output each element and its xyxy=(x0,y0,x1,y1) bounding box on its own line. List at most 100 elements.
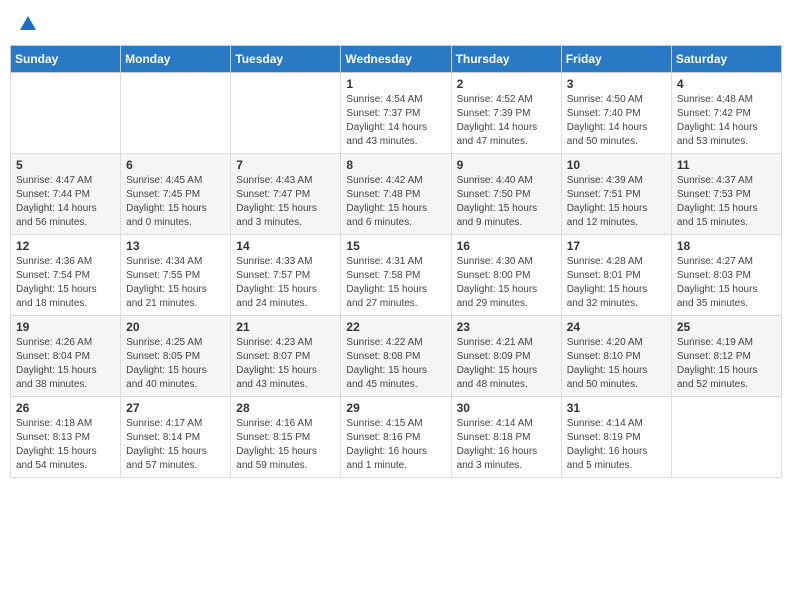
day-info: Sunrise: 4:45 AM Sunset: 7:45 PM Dayligh… xyxy=(126,174,225,230)
day-cell: 15 Sunrise: 4:31 AM Sunset: 7:58 PM Dayli… xyxy=(341,235,451,316)
day-cell: 9 Sunrise: 4:40 AM Sunset: 7:50 PM Daylig… xyxy=(451,154,561,235)
day-info: Sunrise: 4:31 AM Sunset: 7:58 PM Dayligh… xyxy=(346,255,445,311)
day-info: Sunrise: 4:21 AM Sunset: 8:09 PM Dayligh… xyxy=(457,336,556,392)
day-info: Sunrise: 4:50 AM Sunset: 7:40 PM Dayligh… xyxy=(567,93,666,149)
day-info: Sunrise: 4:25 AM Sunset: 8:05 PM Dayligh… xyxy=(126,336,225,392)
calendar-table: SundayMondayTuesdayWednesdayThursdayFrid… xyxy=(10,45,782,478)
day-info: Sunrise: 4:34 AM Sunset: 7:55 PM Dayligh… xyxy=(126,255,225,311)
day-cell: 30Sunrise: 4:14 AM Sunset: 8:18 PM Dayli… xyxy=(451,397,561,478)
column-header-wednesday: Wednesday xyxy=(341,46,451,73)
day-cell: 18Sunrise: 4:27 AM Sunset: 8:03 PM Dayli… xyxy=(671,235,781,316)
day-number: 3 xyxy=(567,77,666,91)
day-info: Sunrise: 4:14 AM Sunset: 8:18 PM Dayligh… xyxy=(457,417,556,473)
day-number: 15 xyxy=(346,239,445,253)
day-info: Sunrise: 4:28 AM Sunset: 8:01 PM Dayligh… xyxy=(567,255,666,311)
day-cell xyxy=(11,73,121,154)
day-number: 28 xyxy=(236,401,335,415)
day-info: Sunrise: 4:19 AM Sunset: 8:12 PM Dayligh… xyxy=(677,336,776,392)
day-info: Sunrise: 4:47 AM Sunset: 7:44 PM Dayligh… xyxy=(16,174,115,230)
week-row-4: 19 Sunrise: 4:26 AM Sunset: 8:04 PM Dayli… xyxy=(11,316,782,397)
day-number: 9 xyxy=(457,158,556,172)
week-row-5: 26Sunrise: 4:18 AM Sunset: 8:13 PM Dayli… xyxy=(11,397,782,478)
day-number: 4 xyxy=(677,77,776,91)
day-cell: 31 Sunrise: 4:14 AM Sunset: 8:19 PM Dayli… xyxy=(561,397,671,478)
column-header-thursday: Thursday xyxy=(451,46,561,73)
day-number: 7 xyxy=(236,158,335,172)
day-number: 17 xyxy=(567,239,666,253)
day-number: 21 xyxy=(236,320,335,334)
day-cell: 7 Sunrise: 4:43 AM Sunset: 7:47 PM Daylig… xyxy=(231,154,341,235)
week-row-2: 5Sunrise: 4:47 AM Sunset: 7:44 PM Daylig… xyxy=(11,154,782,235)
day-info: Sunrise: 4:40 AM Sunset: 7:50 PM Dayligh… xyxy=(457,174,556,230)
day-number: 8 xyxy=(346,158,445,172)
day-number: 20 xyxy=(126,320,225,334)
day-cell: 17 Sunrise: 4:28 AM Sunset: 8:01 PM Dayli… xyxy=(561,235,671,316)
day-number: 10 xyxy=(567,158,666,172)
day-cell: 26Sunrise: 4:18 AM Sunset: 8:13 PM Dayli… xyxy=(11,397,121,478)
day-number: 12 xyxy=(16,239,115,253)
day-cell: 8Sunrise: 4:42 AM Sunset: 7:48 PM Daylig… xyxy=(341,154,451,235)
column-header-monday: Monday xyxy=(121,46,231,73)
day-info: Sunrise: 4:14 AM Sunset: 8:19 PM Dayligh… xyxy=(567,417,666,473)
day-number: 31 xyxy=(567,401,666,415)
header-row: SundayMondayTuesdayWednesdayThursdayFrid… xyxy=(11,46,782,73)
day-info: Sunrise: 4:30 AM Sunset: 8:00 PM Dayligh… xyxy=(457,255,556,311)
day-info: Sunrise: 4:36 AM Sunset: 7:54 PM Dayligh… xyxy=(16,255,115,311)
day-cell xyxy=(231,73,341,154)
day-number: 22 xyxy=(346,320,445,334)
week-row-1: 1 Sunrise: 4:54 AM Sunset: 7:37 PM Daylig… xyxy=(11,73,782,154)
day-info: Sunrise: 4:26 AM Sunset: 8:04 PM Dayligh… xyxy=(16,336,115,392)
day-cell: 24Sunrise: 4:20 AM Sunset: 8:10 PM Dayli… xyxy=(561,316,671,397)
day-cell: 2Sunrise: 4:52 AM Sunset: 7:39 PM Daylig… xyxy=(451,73,561,154)
day-cell: 13 Sunrise: 4:34 AM Sunset: 7:55 PM Dayli… xyxy=(121,235,231,316)
day-number: 19 xyxy=(16,320,115,334)
day-number: 23 xyxy=(457,320,556,334)
day-number: 27 xyxy=(126,401,225,415)
day-number: 1 xyxy=(346,77,445,91)
day-cell xyxy=(671,397,781,478)
day-number: 14 xyxy=(236,239,335,253)
day-cell: 12 Sunrise: 4:36 AM Sunset: 7:54 PM Dayli… xyxy=(11,235,121,316)
day-cell: 22 Sunrise: 4:22 AM Sunset: 8:08 PM Dayli… xyxy=(341,316,451,397)
day-cell: 14 Sunrise: 4:33 AM Sunset: 7:57 PM Dayli… xyxy=(231,235,341,316)
day-cell: 4 Sunrise: 4:48 AM Sunset: 7:42 PM Daylig… xyxy=(671,73,781,154)
day-info: Sunrise: 4:54 AM Sunset: 7:37 PM Dayligh… xyxy=(346,93,445,149)
day-cell: 21 Sunrise: 4:23 AM Sunset: 8:07 PM Dayli… xyxy=(231,316,341,397)
day-cell: 29Sunrise: 4:15 AM Sunset: 8:16 PM Dayli… xyxy=(341,397,451,478)
day-cell: 3 Sunrise: 4:50 AM Sunset: 7:40 PM Daylig… xyxy=(561,73,671,154)
day-number: 16 xyxy=(457,239,556,253)
day-cell: 6Sunrise: 4:45 AM Sunset: 7:45 PM Daylig… xyxy=(121,154,231,235)
day-cell: 25 Sunrise: 4:19 AM Sunset: 8:12 PM Dayli… xyxy=(671,316,781,397)
day-info: Sunrise: 4:17 AM Sunset: 8:14 PM Dayligh… xyxy=(126,417,225,473)
day-cell: 16 Sunrise: 4:30 AM Sunset: 8:00 PM Dayli… xyxy=(451,235,561,316)
day-info: Sunrise: 4:43 AM Sunset: 7:47 PM Dayligh… xyxy=(236,174,335,230)
logo xyxy=(18,14,37,33)
day-cell: 1 Sunrise: 4:54 AM Sunset: 7:37 PM Daylig… xyxy=(341,73,451,154)
day-info: Sunrise: 4:20 AM Sunset: 8:10 PM Dayligh… xyxy=(567,336,666,392)
day-info: Sunrise: 4:27 AM Sunset: 8:03 PM Dayligh… xyxy=(677,255,776,311)
day-cell: 11Sunrise: 4:37 AM Sunset: 7:53 PM Dayli… xyxy=(671,154,781,235)
day-number: 26 xyxy=(16,401,115,415)
day-cell: 23 Sunrise: 4:21 AM Sunset: 8:09 PM Dayli… xyxy=(451,316,561,397)
day-cell: 20 Sunrise: 4:25 AM Sunset: 8:05 PM Dayli… xyxy=(121,316,231,397)
day-info: Sunrise: 4:33 AM Sunset: 7:57 PM Dayligh… xyxy=(236,255,335,311)
day-number: 29 xyxy=(346,401,445,415)
day-info: Sunrise: 4:22 AM Sunset: 8:08 PM Dayligh… xyxy=(346,336,445,392)
page-header xyxy=(10,10,782,37)
day-number: 13 xyxy=(126,239,225,253)
day-number: 11 xyxy=(677,158,776,172)
column-header-saturday: Saturday xyxy=(671,46,781,73)
column-header-tuesday: Tuesday xyxy=(231,46,341,73)
day-info: Sunrise: 4:39 AM Sunset: 7:51 PM Dayligh… xyxy=(567,174,666,230)
day-cell: 19 Sunrise: 4:26 AM Sunset: 8:04 PM Dayli… xyxy=(11,316,121,397)
day-cell: 10 Sunrise: 4:39 AM Sunset: 7:51 PM Dayli… xyxy=(561,154,671,235)
day-cell: 5Sunrise: 4:47 AM Sunset: 7:44 PM Daylig… xyxy=(11,154,121,235)
day-number: 25 xyxy=(677,320,776,334)
day-info: Sunrise: 4:48 AM Sunset: 7:42 PM Dayligh… xyxy=(677,93,776,149)
day-info: Sunrise: 4:16 AM Sunset: 8:15 PM Dayligh… xyxy=(236,417,335,473)
week-row-3: 12 Sunrise: 4:36 AM Sunset: 7:54 PM Dayli… xyxy=(11,235,782,316)
day-cell: 28 Sunrise: 4:16 AM Sunset: 8:15 PM Dayli… xyxy=(231,397,341,478)
day-number: 2 xyxy=(457,77,556,91)
day-info: Sunrise: 4:23 AM Sunset: 8:07 PM Dayligh… xyxy=(236,336,335,392)
column-header-friday: Friday xyxy=(561,46,671,73)
